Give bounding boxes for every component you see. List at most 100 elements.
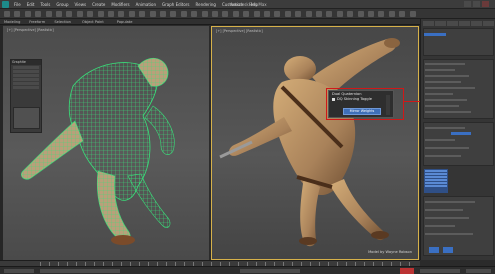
viewport-navigation[interactable] bbox=[466, 269, 491, 273]
toolbar-tool-icon[interactable] bbox=[388, 11, 395, 17]
panel-row[interactable] bbox=[13, 70, 39, 73]
toolbar-tool-icon[interactable] bbox=[24, 11, 31, 17]
toolbar-tool-icon[interactable] bbox=[180, 11, 187, 17]
ribbon-tab-populate[interactable]: Populate bbox=[117, 19, 133, 25]
blue-tool-button[interactable] bbox=[443, 247, 453, 253]
menu-item-rendering[interactable]: Rendering bbox=[196, 1, 216, 8]
parameter-row[interactable] bbox=[425, 87, 475, 89]
parameter-row[interactable] bbox=[425, 93, 453, 95]
ribbon-tab-object-paint[interactable]: Object Paint bbox=[82, 19, 104, 25]
parameter-row[interactable] bbox=[425, 99, 467, 101]
panel-row[interactable] bbox=[13, 78, 39, 81]
toolbar-tool-icon[interactable] bbox=[253, 11, 260, 17]
graphite-floating-panel[interactable]: Graphite bbox=[10, 59, 42, 133]
toolbar-tool-icon[interactable] bbox=[14, 11, 21, 17]
parameter-row[interactable] bbox=[425, 127, 465, 129]
menu-item-edit[interactable]: Edit bbox=[27, 1, 35, 8]
parameter-row[interactable] bbox=[425, 217, 469, 219]
toolbar-tool-icon[interactable] bbox=[118, 11, 125, 17]
minimize-icon[interactable] bbox=[464, 1, 471, 7]
selected-modifier[interactable] bbox=[424, 33, 446, 36]
toolbar-tool-icon[interactable] bbox=[35, 11, 42, 17]
active-weight-tool[interactable] bbox=[451, 132, 471, 135]
toolbar-tool-icon[interactable] bbox=[326, 11, 333, 17]
toolbar-tool-icon[interactable] bbox=[66, 11, 73, 17]
toolbar-tool-icon[interactable] bbox=[45, 11, 52, 17]
menu-item-file[interactable]: File bbox=[14, 1, 21, 8]
toolbar-tool-icon[interactable] bbox=[201, 11, 208, 17]
toolbar-tool-icon[interactable] bbox=[232, 11, 239, 17]
toolbar-tool-icon[interactable] bbox=[274, 11, 281, 17]
parameter-row[interactable] bbox=[425, 75, 469, 77]
toolbar-tool-icon[interactable] bbox=[170, 11, 177, 17]
app-logo-icon[interactable] bbox=[2, 1, 9, 8]
toolbar-tool-icon[interactable] bbox=[56, 11, 62, 17]
panel-row[interactable] bbox=[13, 74, 39, 77]
parameter-row[interactable] bbox=[425, 147, 469, 149]
parameter-row[interactable] bbox=[425, 201, 475, 203]
blue-tool-button[interactable] bbox=[429, 247, 439, 253]
auto-key-button[interactable] bbox=[400, 268, 414, 274]
toolbar-tool-icon[interactable] bbox=[108, 11, 114, 17]
toolbar-tool-icon[interactable] bbox=[4, 11, 10, 17]
parameter-row[interactable] bbox=[425, 111, 471, 113]
toolbar-tool-icon[interactable] bbox=[284, 11, 291, 17]
toolbar-tool-icon[interactable] bbox=[212, 11, 218, 17]
toolbar-tool-icon[interactable] bbox=[149, 11, 156, 17]
viewport-label[interactable]: [+] [Perspective] [Realistic] bbox=[216, 29, 263, 33]
toolbar-tool-icon[interactable] bbox=[347, 11, 354, 17]
parameter-row[interactable] bbox=[425, 63, 465, 65]
command-panel-tabs[interactable] bbox=[423, 21, 494, 26]
ribbon-tab-selection[interactable]: Selection bbox=[54, 19, 71, 25]
toolbar-tool-icon[interactable] bbox=[378, 11, 385, 17]
menu-item-tools[interactable]: Tools bbox=[40, 1, 50, 8]
toolbar-tool-icon[interactable] bbox=[191, 11, 198, 17]
ribbon-tab-modeling[interactable]: Modeling bbox=[4, 19, 20, 25]
parameter-row[interactable] bbox=[425, 69, 455, 71]
parameter-row[interactable] bbox=[425, 105, 459, 107]
toolbar-tool-icon[interactable] bbox=[357, 11, 364, 17]
parameter-row[interactable] bbox=[425, 233, 473, 235]
toolbar-tool-icon[interactable] bbox=[128, 11, 135, 17]
toolbar-tool-icon[interactable] bbox=[295, 11, 302, 17]
close-icon[interactable] bbox=[482, 1, 489, 7]
panel-row[interactable] bbox=[13, 86, 39, 89]
menu-item-animation[interactable]: Animation bbox=[136, 1, 156, 8]
menu-item-group[interactable]: Group bbox=[56, 1, 68, 8]
coordinate-display[interactable] bbox=[240, 269, 300, 273]
viewport-left[interactable]: [+] [Perspective] [Realistic] Graphite bbox=[3, 26, 209, 260]
command-panel[interactable] bbox=[420, 19, 495, 260]
menu-item-graph-editors[interactable]: Graph Editors bbox=[162, 1, 189, 8]
toolbar-tool-icon[interactable] bbox=[409, 11, 416, 17]
toolbar-tool-icon[interactable] bbox=[76, 11, 83, 17]
viewport-right[interactable]: [+] [Perspective] [Realistic] Model by W… bbox=[211, 26, 419, 260]
panel-row[interactable] bbox=[13, 82, 39, 85]
ribbon-tab-freeform[interactable]: Freeform bbox=[29, 19, 45, 25]
toolbar-tool-icon[interactable] bbox=[87, 11, 94, 17]
toolbar-tool-icon[interactable] bbox=[368, 11, 374, 17]
toolbar-tool-icon[interactable] bbox=[316, 11, 322, 17]
toolbar-tool-icon[interactable] bbox=[399, 11, 406, 17]
toolbar-tool-icon[interactable] bbox=[139, 11, 146, 17]
bone-list[interactable] bbox=[424, 169, 448, 193]
maxscript-listener[interactable] bbox=[4, 269, 34, 273]
toolbar-tool-icon[interactable] bbox=[305, 11, 312, 17]
viewport-label[interactable]: [+] [Perspective] [Realistic] bbox=[7, 28, 54, 32]
toolbar-tool-icon[interactable] bbox=[97, 11, 104, 17]
menu-item-modifiers[interactable]: Modifiers bbox=[111, 1, 129, 8]
parameters-rollout[interactable] bbox=[423, 59, 494, 119]
parameter-row[interactable] bbox=[425, 209, 463, 211]
panel-row[interactable] bbox=[13, 66, 39, 69]
parameter-row[interactable] bbox=[425, 139, 455, 141]
parameter-row[interactable] bbox=[425, 155, 461, 157]
parameter-row[interactable] bbox=[425, 225, 455, 227]
menu-item-create[interactable]: Create bbox=[92, 1, 105, 8]
toolbar-tool-icon[interactable] bbox=[264, 11, 270, 17]
maximize-icon[interactable] bbox=[473, 1, 480, 7]
toolbar-tool-icon[interactable] bbox=[243, 11, 250, 17]
toolbar-tool-icon[interactable] bbox=[160, 11, 166, 17]
toolbar-tool-icon[interactable] bbox=[336, 11, 343, 17]
parameter-row[interactable] bbox=[425, 81, 461, 83]
playback-controls[interactable] bbox=[420, 269, 460, 273]
toolbar-tool-icon[interactable] bbox=[222, 11, 229, 17]
